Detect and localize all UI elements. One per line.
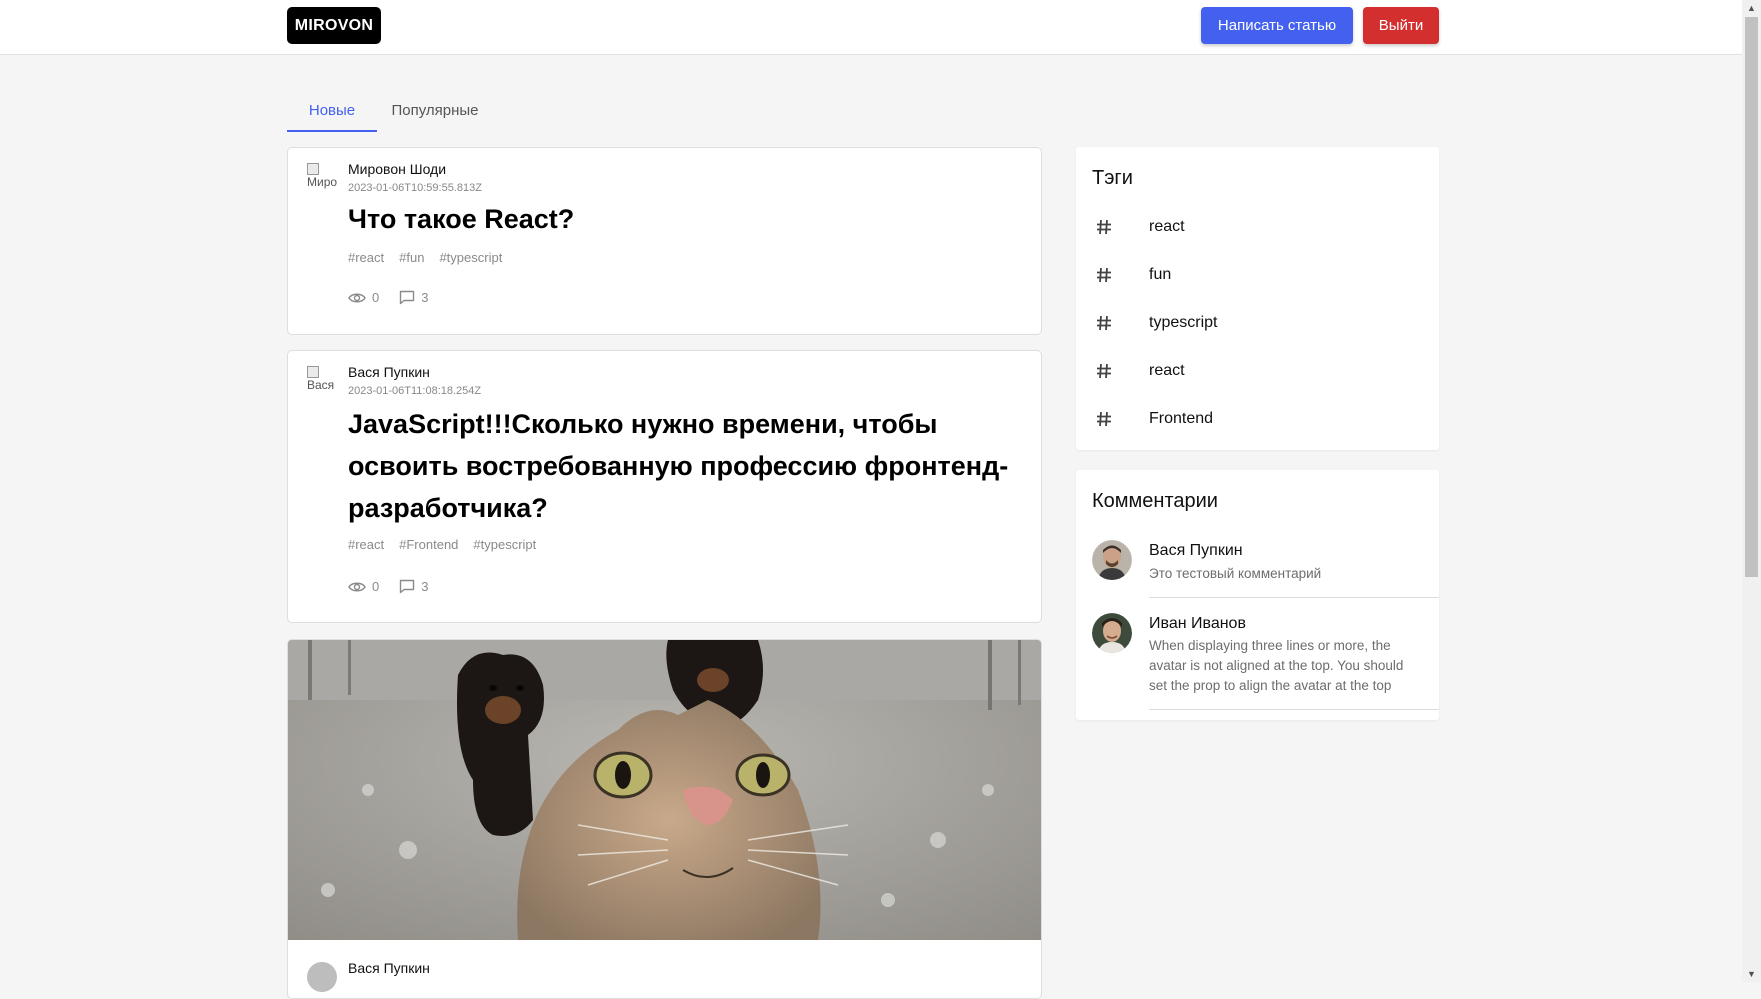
- post-author: Вася Пупкин: [348, 960, 430, 976]
- tag-list-item[interactable]: typescript: [1076, 300, 1439, 348]
- eye-icon: [348, 582, 366, 591]
- post-card[interactable]: Вася Пупкин Вася Пупкин 2023-01-06T11:08…: [287, 350, 1042, 623]
- tag-list-item[interactable]: react: [1076, 348, 1439, 396]
- post-stats: 0 3: [348, 579, 448, 594]
- comments-count: 3: [421, 579, 429, 594]
- comment-author: Вася Пупкин: [1149, 542, 1243, 559]
- logo-button[interactable]: MIROVON: [287, 7, 381, 44]
- vertical-scrollbar[interactable]: ▲ ▼: [1742, 0, 1761, 982]
- tab-new[interactable]: Новые: [287, 88, 377, 132]
- post-author: Мировон Шоди: [348, 161, 447, 177]
- post-image[interactable]: [288, 640, 1041, 940]
- views-count: 0: [372, 290, 380, 305]
- tags-panel: Тэги react fun typescript react Frontend: [1076, 147, 1439, 450]
- views-stat: 0: [348, 579, 379, 594]
- comments-stat: 3: [399, 290, 428, 305]
- views-count: 0: [372, 579, 380, 594]
- post-card[interactable]: Мировон Шоди Мировон Шоди 2023-01-06T10:…: [287, 147, 1042, 335]
- post-tags: #react #Frontend #typescript: [348, 537, 536, 552]
- post-card[interactable]: Вася Пупкин: [287, 639, 1042, 999]
- comment-author: Иван Иванов: [1149, 615, 1246, 632]
- post-tag[interactable]: #react: [348, 537, 384, 552]
- tag-label: react: [1149, 362, 1185, 379]
- comment-divider: [1149, 597, 1439, 598]
- post-author: Вася Пупкин: [348, 364, 430, 380]
- comment-text: When displaying three lines or more, the…: [1149, 638, 1404, 693]
- tag-label: typescript: [1149, 314, 1218, 331]
- comments-panel: Комментарии Вася Пупкин Это тестовый ком…: [1076, 470, 1439, 720]
- post-stats: 0 3: [348, 290, 448, 305]
- active-tab-indicator: [287, 130, 377, 132]
- broken-image-icon: [307, 366, 319, 378]
- comments-count: 3: [421, 290, 429, 305]
- tag-label: Frontend: [1149, 410, 1214, 427]
- post-tag[interactable]: #fun: [399, 250, 424, 265]
- post-tags: #react #fun #typescript: [348, 250, 502, 265]
- tag-list-item[interactable]: Frontend: [1076, 396, 1439, 444]
- avatar: Мировон Шоди: [307, 163, 337, 193]
- tag-list-item[interactable]: fun: [1076, 252, 1439, 300]
- hash-icon: [1097, 363, 1111, 379]
- comment-divider: [1149, 709, 1439, 710]
- scroll-up-arrow-icon[interactable]: ▲: [1742, 0, 1761, 16]
- hash-icon: [1097, 219, 1111, 235]
- hash-icon: [1097, 315, 1111, 331]
- post-tag[interactable]: #typescript: [439, 250, 502, 265]
- post-date: 2023-01-06T11:08:18.254Z: [348, 385, 482, 397]
- tab-popular[interactable]: Популярные: [377, 88, 493, 132]
- tag-label: fun: [1149, 266, 1172, 283]
- scroll-down-arrow-icon[interactable]: ▼: [1742, 966, 1761, 982]
- tag-label: react: [1149, 218, 1185, 235]
- post-title[interactable]: Что такое React?: [348, 202, 1018, 236]
- avatar: [1092, 540, 1132, 580]
- tags-title: Тэги: [1092, 167, 1133, 189]
- avatar-alt-text: Вася Пупкин: [307, 378, 337, 392]
- post-tag[interactable]: #typescript: [473, 537, 536, 552]
- app-header: MIROVON Написать статью Выйти: [0, 0, 1742, 55]
- scrollbar-thumb[interactable]: [1745, 17, 1758, 577]
- logout-button[interactable]: Выйти: [1363, 7, 1439, 44]
- comment-icon: [400, 579, 415, 594]
- post-tag[interactable]: #react: [348, 250, 384, 265]
- hash-icon: [1097, 267, 1111, 283]
- write-article-button[interactable]: Написать статью: [1201, 7, 1353, 44]
- broken-image-icon: [307, 163, 319, 175]
- avatar: Вася Пупкин: [307, 366, 337, 396]
- comments-stat: 3: [399, 579, 428, 594]
- post-date: 2023-01-06T10:59:55.813Z: [348, 182, 482, 194]
- avatar-alt-text: Мировон Шоди: [307, 175, 337, 189]
- avatar: [307, 962, 337, 992]
- views-stat: 0: [348, 290, 379, 305]
- eye-icon: [348, 293, 366, 302]
- comments-title: Комментарии: [1092, 490, 1218, 512]
- comment-icon: [400, 290, 415, 305]
- post-tag[interactable]: #Frontend: [399, 537, 458, 552]
- comment-text: Это тестовый комментарий: [1149, 566, 1322, 581]
- post-title[interactable]: JavaScript!!!Сколько нужно времени, чтоб…: [348, 403, 1018, 529]
- avatar: [1092, 613, 1132, 653]
- tag-list-item[interactable]: react: [1076, 204, 1439, 252]
- hash-icon: [1097, 411, 1111, 427]
